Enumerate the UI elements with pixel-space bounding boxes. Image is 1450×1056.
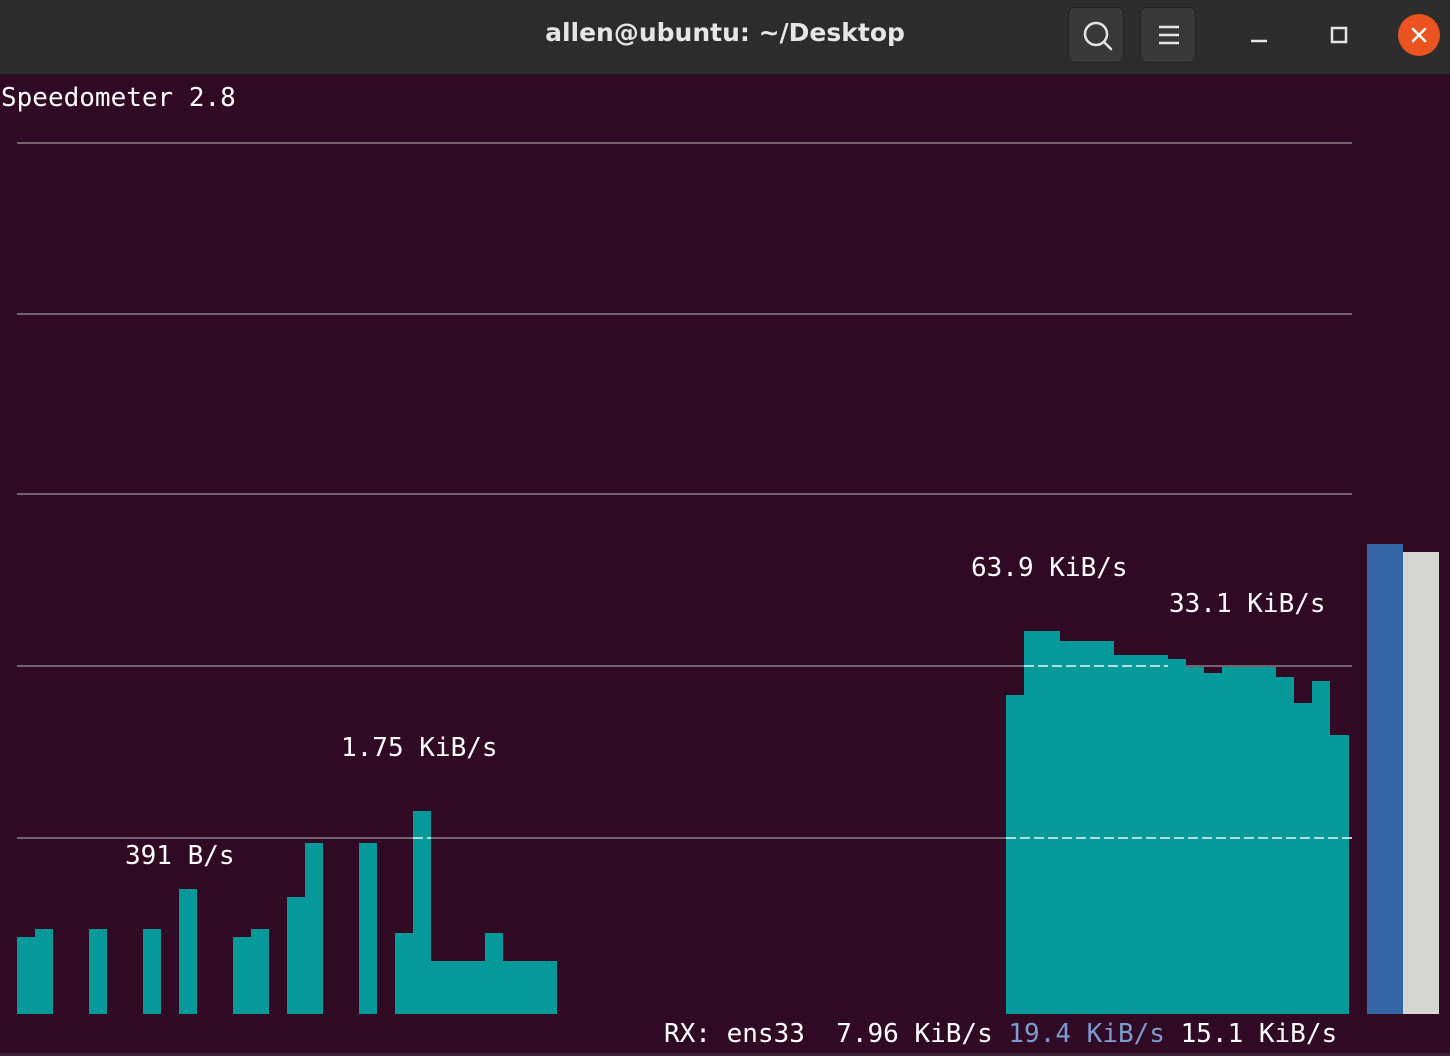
terminal-window: allen@ubuntu: ~/Desktop Speedometer 2.8 … [0,0,1450,1056]
status-line: RX: ens33 7.96 KiB/s 19.4 KiB/s 15.1 KiB… [664,1019,1337,1049]
traffic-bar-26 [1312,681,1330,1014]
traffic-bar-2 [35,929,53,1014]
traffic-bar-8 [287,897,305,1014]
blue-level-meter [1367,544,1403,1014]
traffic-bar-3 [89,929,107,1014]
minimize-icon [1251,39,1267,43]
search-icon [1083,21,1113,51]
rate-label-63-9: 63.9 KiB/s [971,553,1128,583]
rate-label-33-1: 33.1 KiB/s [1169,589,1326,619]
traffic-bar-5 [179,889,197,1014]
traffic-bar-14 [485,933,503,1014]
maximize-icon [1330,26,1348,44]
traffic-bar-1 [17,937,35,1014]
traffic-bar-18 [1060,641,1114,1014]
traffic-bar-22 [1204,673,1222,1014]
menu-button[interactable] [1140,7,1196,63]
traffic-bar-17 [1024,631,1060,1014]
traffic-bar-7 [251,929,269,1014]
traffic-bar-19 [1114,655,1168,1014]
traffic-bar-21 [1186,667,1204,1014]
traffic-bar-23 [1222,667,1276,1014]
white-level-meter [1403,552,1439,1014]
traffic-bar-25 [1294,703,1312,1014]
close-button[interactable] [1398,14,1440,56]
traffic-bar-20 [1168,659,1186,1014]
traffic-bar-9 [305,843,323,1014]
maximize-button[interactable] [1318,14,1360,56]
level-meters [1367,544,1439,1014]
interface-label: RX: ens33 [664,1019,805,1049]
traffic-bars [17,631,1349,1014]
close-icon [1411,27,1427,43]
traffic-bar-24 [1276,677,1294,1014]
traffic-graph: 391 B/s 1.75 KiB/s 63.9 KiB/s 33.1 KiB/s [17,142,1439,1014]
traffic-bar-4 [143,929,161,1014]
title-bar[interactable]: allen@ubuntu: ~/Desktop [0,0,1450,75]
rate-label-391: 391 B/s [125,841,235,871]
minimize-button[interactable] [1238,14,1280,56]
traffic-bar-15 [503,961,557,1014]
traffic-bar-16 [1006,695,1024,1014]
window-title: allen@ubuntu: ~/Desktop [545,18,905,47]
search-button[interactable] [1068,7,1124,63]
hamburger-menu-icon [1159,25,1179,45]
traffic-bar-13 [431,961,485,1014]
traffic-bar-27 [1330,735,1349,1014]
traffic-bar-6 [233,937,251,1014]
rate-label-1-75: 1.75 KiB/s [341,733,498,763]
current-rate: 7.96 KiB/s [836,1019,993,1049]
traffic-bar-11 [395,933,413,1014]
average-rate: 19.4 KiB/s [1008,1019,1165,1049]
traffic-bar-10 [359,843,377,1014]
terminal-content[interactable]: Speedometer 2.8 391 B/s 1.75 KiB/s 63.9 … [0,75,1450,1056]
other-rate: 15.1 KiB/s [1180,1019,1338,1049]
traffic-bar-12 [413,811,431,1014]
